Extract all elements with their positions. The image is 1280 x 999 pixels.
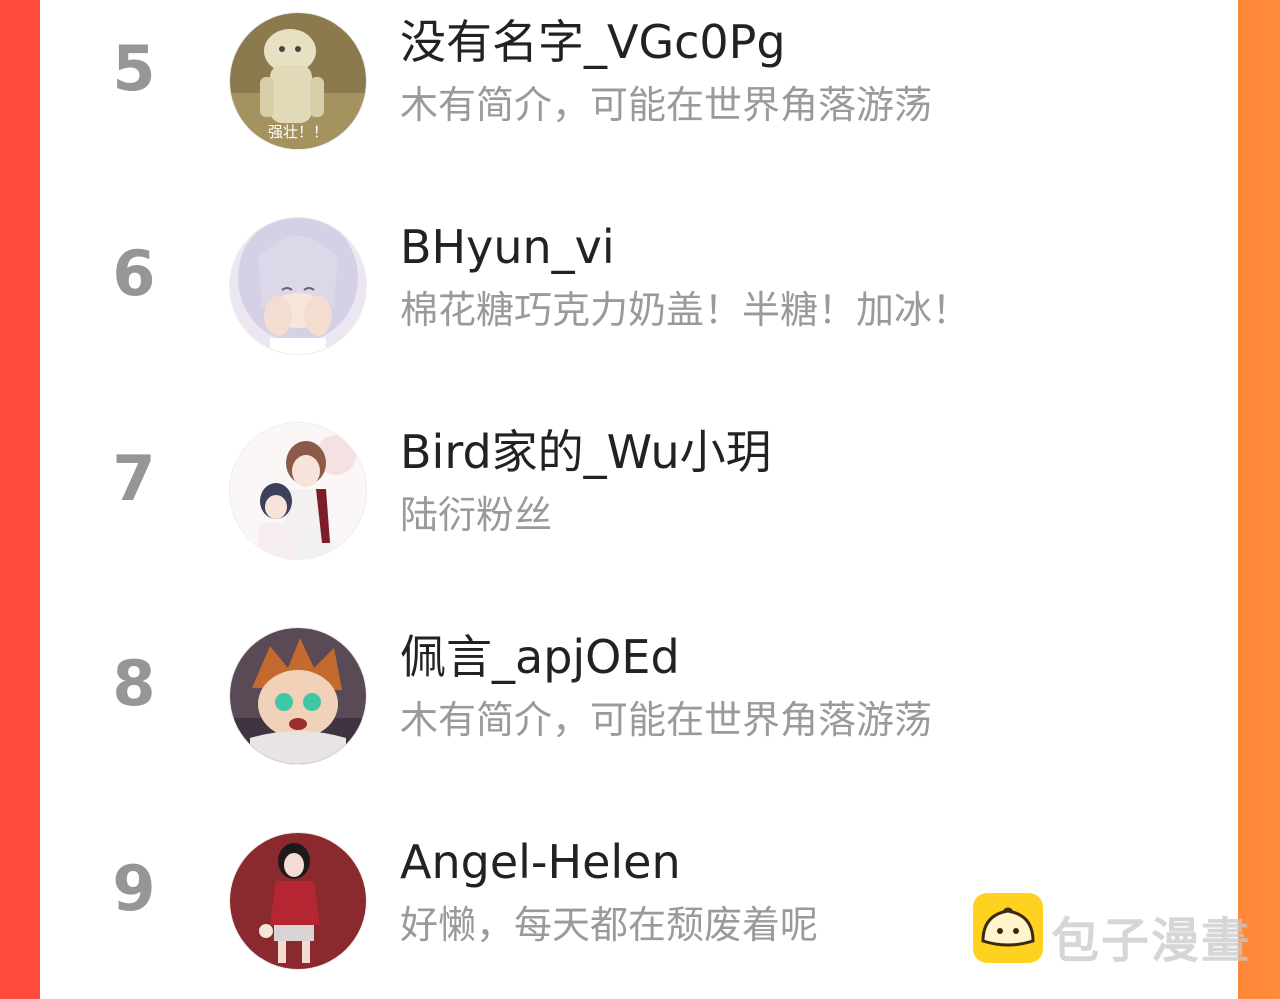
user-name[interactable]: BHyun_vi	[400, 221, 615, 274]
user-name[interactable]: 佩言_apjOEd	[400, 631, 680, 684]
user-name[interactable]: 没有名字_VGc0Pg	[400, 16, 786, 69]
user-bio: 好懒，每天都在颓废着呢	[400, 903, 819, 947]
rank-number: 5	[112, 32, 156, 105]
avatar-image	[230, 628, 366, 764]
user-bio: 陆衍粉丝	[400, 493, 553, 537]
avatar[interactable]	[229, 627, 367, 765]
rank-number: 8	[112, 647, 156, 720]
avatar-image	[230, 423, 366, 559]
user-bio: 木有简介，可能在世界角落游荡	[400, 83, 933, 127]
list-item[interactable]: 6 BHyun_vi 棉花糖巧克力奶盖！半糖！加冰！	[40, 205, 1238, 355]
watermark-text: 包子漫畫	[1051, 913, 1252, 969]
avatar[interactable]	[229, 832, 367, 970]
avatar-image: 强壮！！	[230, 13, 366, 149]
list-item[interactable]: 8 佩言_apjOEd 木有简介，可能在世界角落游荡	[40, 615, 1238, 765]
ranking-list: 5 强壮！！ 没有名字_VGc0Pg 木有简介，可能在世界角落游荡 6 BHyu…	[40, 0, 1238, 999]
user-bio: 木有简介，可能在世界角落游荡	[400, 698, 933, 742]
avatar-image	[230, 833, 366, 969]
avatar-caption: 强壮！！	[268, 123, 328, 141]
rank-number: 9	[112, 852, 156, 925]
list-item[interactable]: 7 Bird家的_Wu小玥 陆衍粉丝	[40, 410, 1238, 560]
rank-number: 7	[112, 442, 156, 515]
list-item[interactable]: 5 强壮！！ 没有名字_VGc0Pg 木有简介，可能在世界角落游荡	[40, 0, 1238, 150]
bun-logo-icon	[973, 893, 1043, 963]
watermark: 包子漫畫	[973, 893, 1249, 969]
avatar-image	[230, 218, 366, 354]
avatar[interactable]	[229, 422, 367, 560]
user-name[interactable]: Angel-Helen	[400, 836, 681, 889]
avatar[interactable]	[229, 217, 367, 355]
rank-number: 6	[112, 237, 156, 310]
user-bio: 棉花糖巧克力奶盖！半糖！加冰！	[400, 288, 971, 332]
avatar[interactable]: 强壮！！	[229, 12, 367, 150]
user-name[interactable]: Bird家的_Wu小玥	[400, 426, 772, 479]
